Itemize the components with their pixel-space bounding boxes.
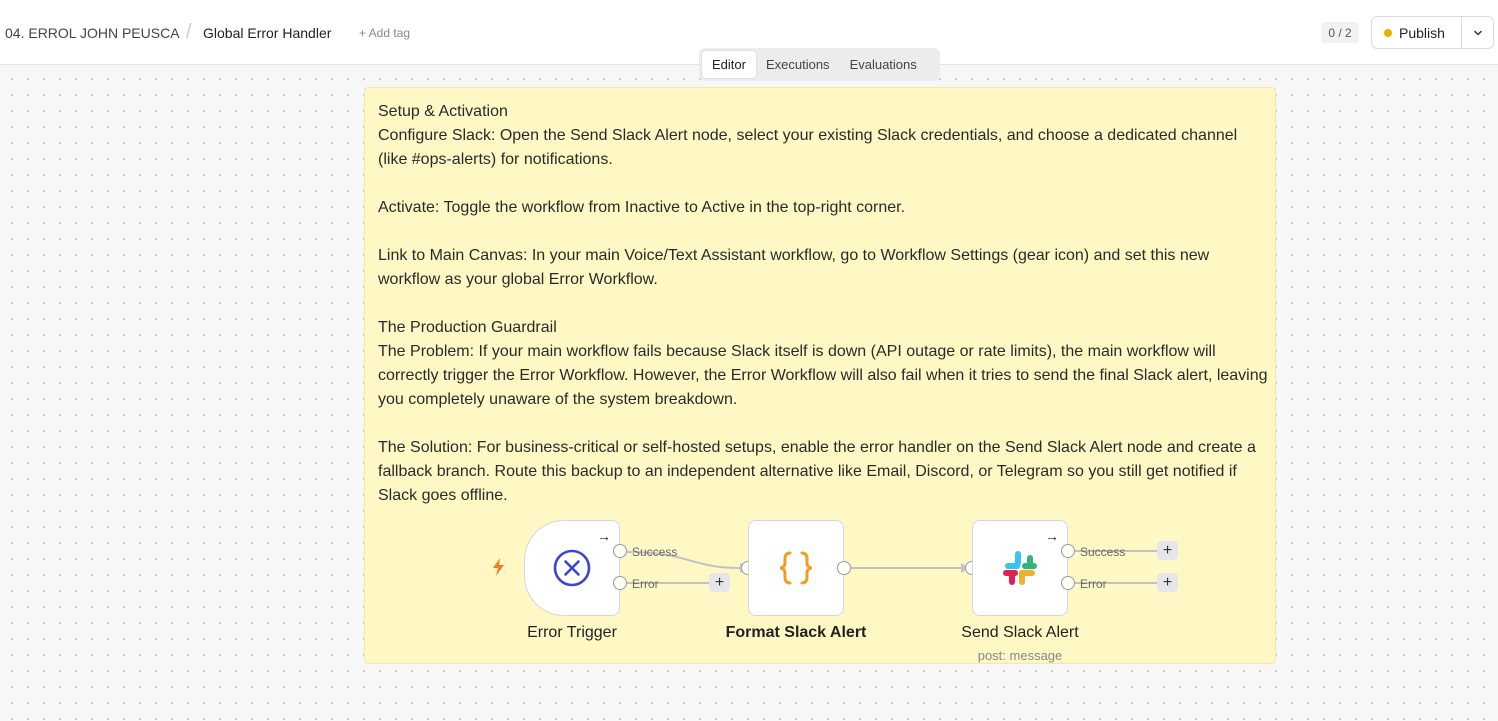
breadcrumb-project[interactable]: 04. ERROL JOHN PEUSCA [5, 25, 180, 41]
node-label: Format Slack Alert [725, 624, 867, 641]
output-label-success: Success [1080, 545, 1126, 559]
add-node-button[interactable]: + [709, 573, 730, 592]
open-node-arrow-icon[interactable]: → [1045, 528, 1059, 544]
output-port[interactable] [837, 561, 851, 575]
error-x-circle-icon [553, 549, 591, 587]
sticky-note-text: Setup & Activation Configure Slack: Open… [378, 103, 1268, 504]
output-port-error[interactable] [1061, 576, 1075, 590]
breadcrumb-separator: / [186, 21, 192, 43]
add-node-button[interactable]: + [1157, 573, 1178, 592]
publish-label: Publish [1399, 24, 1445, 41]
chevron-down-icon [1473, 30, 1482, 35]
add-node-button[interactable]: + [1157, 541, 1178, 560]
output-label-error: Error [632, 577, 659, 591]
tab-editor[interactable]: Editor [702, 51, 756, 78]
node-format-slack-alert[interactable] [748, 520, 844, 616]
output-label-error: Error [1080, 577, 1107, 591]
output-port-error[interactable] [613, 576, 627, 590]
slack-icon [1003, 551, 1037, 585]
open-node-arrow-icon[interactable]: → [597, 528, 611, 544]
trigger-bolt-icon [493, 558, 504, 576]
node-sublabel: post: message [977, 648, 1063, 663]
view-tabs: Editor Executions Evaluations [699, 48, 940, 81]
node-label: Send Slack Alert [961, 624, 1079, 641]
add-tag-button[interactable]: + Add tag [359, 26, 410, 40]
output-port-success[interactable] [1061, 544, 1075, 558]
output-label-success: Success [632, 545, 678, 559]
tab-executions[interactable]: Executions [756, 51, 840, 78]
workflow-name[interactable]: Global Error Handler [203, 25, 331, 41]
node-label: Error Trigger [527, 624, 617, 641]
output-port-success[interactable] [613, 544, 627, 558]
publish-button-group: Publish [1371, 16, 1494, 49]
tab-evaluations[interactable]: Evaluations [840, 51, 927, 78]
braces-icon [779, 551, 813, 585]
publish-button[interactable]: Publish [1372, 17, 1462, 48]
version-counter: 0 / 2 [1321, 22, 1359, 43]
status-dot-icon [1384, 28, 1392, 37]
publish-options-button[interactable] [1462, 17, 1493, 48]
